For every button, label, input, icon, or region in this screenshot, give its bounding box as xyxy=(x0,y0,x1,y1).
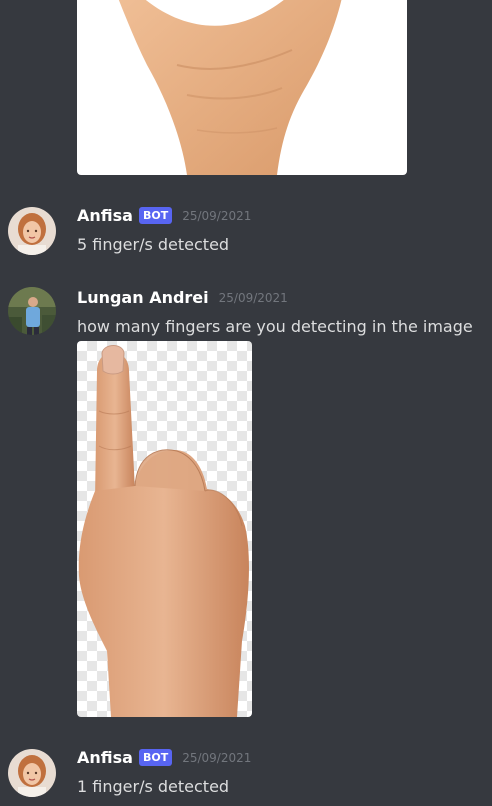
timestamp[interactable]: 25/09/2021 xyxy=(182,209,251,223)
image-attachment-one-finger[interactable] xyxy=(77,341,252,717)
anfisa-avatar-icon xyxy=(8,749,56,797)
avatar[interactable] xyxy=(8,749,56,797)
bot-badge: BOT xyxy=(138,749,173,766)
message-content: how many fingers are you detecting in th… xyxy=(77,317,473,336)
timestamp[interactable]: 25/09/2021 xyxy=(219,291,288,305)
message-content: 1 finger/s detected xyxy=(77,777,230,796)
bot-badge: BOT xyxy=(138,207,173,224)
timestamp[interactable]: 25/09/2021 xyxy=(182,751,251,765)
anfisa-avatar-icon xyxy=(8,207,56,255)
hand-palm-image xyxy=(118,0,342,175)
chat-messages-area: Anfisa BOT 25/09/2021 5 finger/s detecte… xyxy=(0,0,492,806)
username[interactable]: Anfisa xyxy=(77,206,133,225)
message-header: Anfisa BOT 25/09/2021 xyxy=(77,206,251,225)
avatar[interactable] xyxy=(8,207,56,255)
message-header: Lungan Andrei 25/09/2021 xyxy=(77,288,288,307)
hand-one-finger-image xyxy=(78,345,249,717)
message-header: Anfisa BOT 25/09/2021 xyxy=(77,748,251,767)
message-content: 5 finger/s detected xyxy=(77,235,230,254)
avatar[interactable] xyxy=(8,287,56,335)
username[interactable]: Lungan Andrei xyxy=(77,288,209,307)
lungan-avatar-icon xyxy=(8,287,56,335)
username[interactable]: Anfisa xyxy=(77,748,133,767)
image-attachment-hand-palm[interactable] xyxy=(77,0,407,175)
